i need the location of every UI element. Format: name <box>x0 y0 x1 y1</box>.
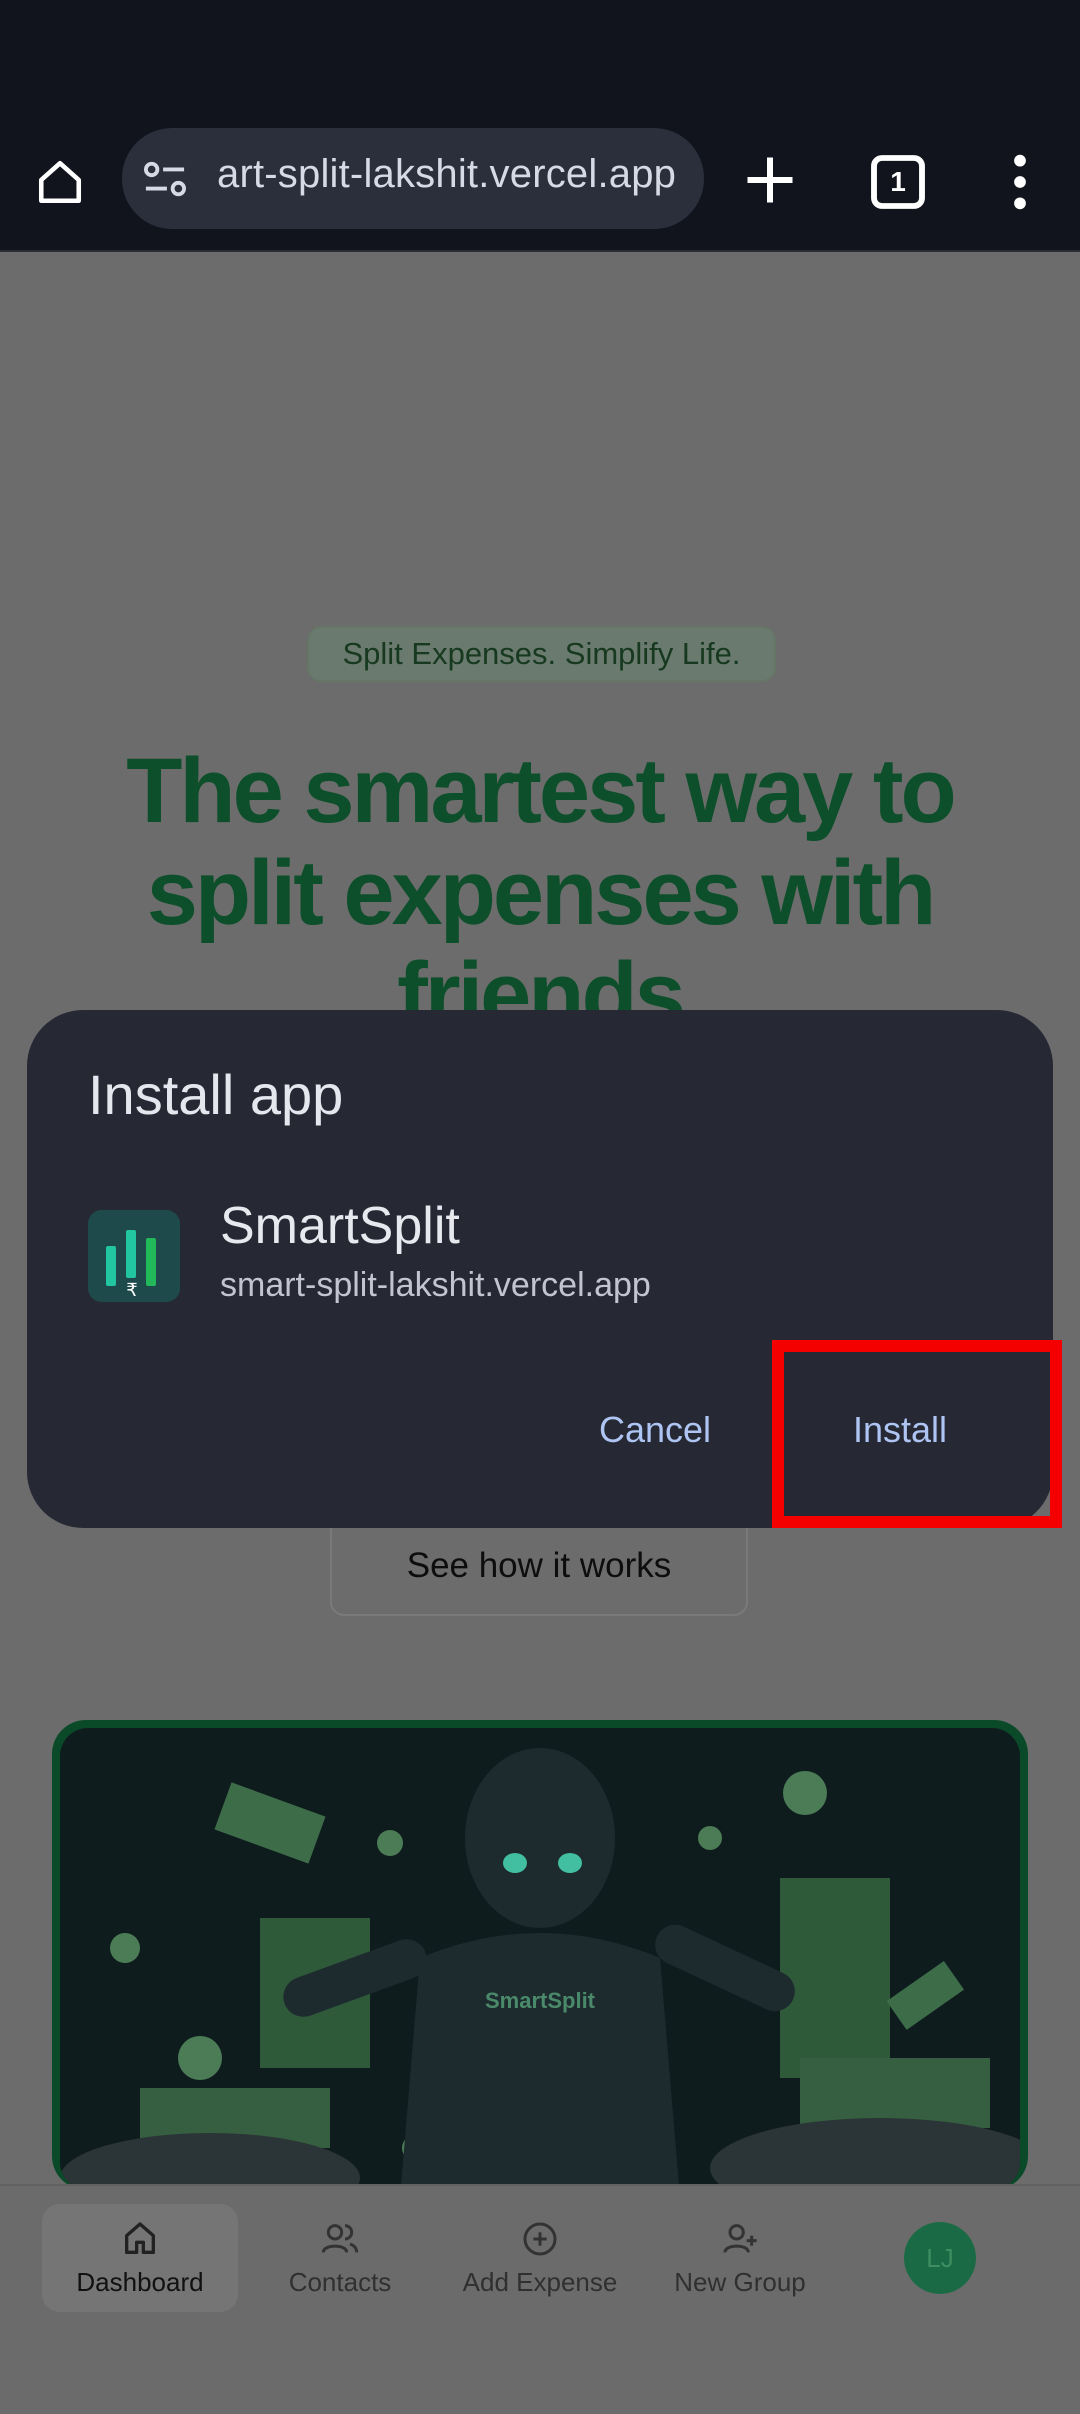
app-name: SmartSplit <box>220 1197 460 1255</box>
new-tab-button[interactable] <box>740 150 800 210</box>
svg-text:₹: ₹ <box>126 1280 137 1301</box>
plus-circle-icon <box>523 2222 557 2255</box>
user-plus-icon <box>723 2223 757 2253</box>
dialog-title: Install app <box>88 1063 344 1126</box>
nav-new-group[interactable]: New Group <box>660 2204 820 2312</box>
tab-count: 1 <box>890 166 906 197</box>
more-vert-icon <box>1014 154 1026 210</box>
tab-switcher-button[interactable]: 1 <box>866 150 930 214</box>
tagline-badge: Split Expenses. Simplify Life. <box>307 626 776 682</box>
nav-dashboard[interactable]: Dashboard <box>42 2204 238 2312</box>
address-bar[interactable]: art-split-lakshit.vercel.app <box>122 128 704 229</box>
avatar[interactable]: LJ <box>904 2222 976 2294</box>
hero-image: SmartSplit <box>52 1720 1028 2190</box>
avatar-initials: LJ <box>926 2242 954 2273</box>
users-icon <box>321 2223 359 2253</box>
url-text: art-split-lakshit.vercel.app <box>217 152 677 196</box>
smartsplit-app-icon: ₹ <box>88 1210 180 1302</box>
site-settings-icon[interactable] <box>142 158 188 200</box>
nav-add-expense-label: Add Expense <box>462 2266 618 2297</box>
overflow-menu-button[interactable] <box>1000 150 1040 214</box>
nav-dashboard-label: Dashboard <box>76 2266 204 2297</box>
nav-new-group-label: New Group <box>674 2266 806 2297</box>
home-icon <box>38 160 82 204</box>
cancel-button[interactable]: Cancel <box>580 1400 730 1460</box>
nav-contacts-label: Contacts <box>288 2266 392 2297</box>
robot-logo-text: SmartSplit <box>485 1988 596 2013</box>
home-icon <box>125 2221 155 2254</box>
see-how-button[interactable]: See how it works <box>330 1516 748 1616</box>
robot-illustration: SmartSplit <box>60 1748 1020 2190</box>
install-highlight-box <box>772 1340 1062 1528</box>
hero-title: The smartest way to split expenses with … <box>126 740 957 1046</box>
nav-add-expense[interactable]: Add Expense <box>450 2204 630 2312</box>
home-button[interactable] <box>28 150 92 214</box>
app-url: smart-split-lakshit.vercel.app <box>220 1266 651 1304</box>
plus-icon <box>747 157 793 203</box>
status-bar <box>0 0 1080 125</box>
nav-contacts[interactable]: Contacts <box>260 2204 420 2312</box>
